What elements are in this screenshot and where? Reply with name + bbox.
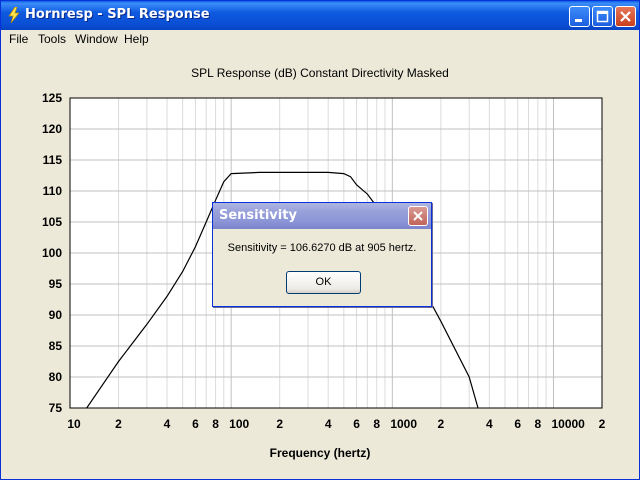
y-tick-label: 85 [49, 339, 63, 353]
x-tick-label: 6 [192, 417, 199, 431]
x-tick-label: 2 [276, 417, 283, 431]
ok-button[interactable]: OK [286, 271, 361, 294]
x-tick-label: 100 [229, 417, 249, 431]
dialog-close-button[interactable] [408, 206, 428, 226]
y-tick-label: 80 [49, 370, 63, 384]
dialog-title: Sensitivity [219, 208, 297, 223]
x-tick-label: 1000 [390, 417, 417, 431]
x-tick-label: 8 [373, 417, 380, 431]
x-tick-label: 4 [325, 417, 332, 431]
dialog-title-bar[interactable]: Sensitivity [213, 203, 431, 229]
x-tick-label: 2 [115, 417, 122, 431]
x-tick-label: 2 [599, 417, 606, 431]
y-tick-label: 120 [42, 122, 62, 136]
x-tick-label: 8 [212, 417, 219, 431]
x-tick-label: 6 [514, 417, 521, 431]
x-tick-labels: 10 2 4 6 8 100 2 4 6 8 1000 2 4 6 8 10000 2 [67, 417, 605, 431]
dialog-message: Sensitivity = 106.6270 dB at 905 hertz. [227, 242, 417, 254]
x-tick-label: 10 [67, 417, 81, 431]
y-tick-label: 105 [42, 215, 62, 229]
x-tick-label: 2 [437, 417, 444, 431]
y-tick-label: 110 [43, 184, 63, 198]
close-icon [413, 211, 423, 221]
x-tick-label: 4 [486, 417, 493, 431]
y-tick-label: 90 [49, 308, 63, 322]
sensitivity-dialog: Sensitivity Sensitivity = 106.6270 dB at… [212, 202, 432, 307]
x-tick-label: 4 [164, 417, 171, 431]
y-tick-label: 100 [42, 246, 62, 260]
y-tick-label: 125 [42, 91, 62, 105]
y-tick-labels: 75 80 85 90 95 100 105 110 115 120 125 [42, 91, 62, 415]
x-tick-label: 8 [535, 417, 542, 431]
x-axis-label: Frequency (hertz) [270, 446, 371, 460]
y-tick-label: 115 [43, 153, 63, 167]
y-tick-label: 95 [49, 277, 63, 291]
y-tick-label: 75 [49, 401, 63, 415]
x-tick-label: 6 [353, 417, 360, 431]
x-tick-label: 10000 [551, 417, 585, 431]
